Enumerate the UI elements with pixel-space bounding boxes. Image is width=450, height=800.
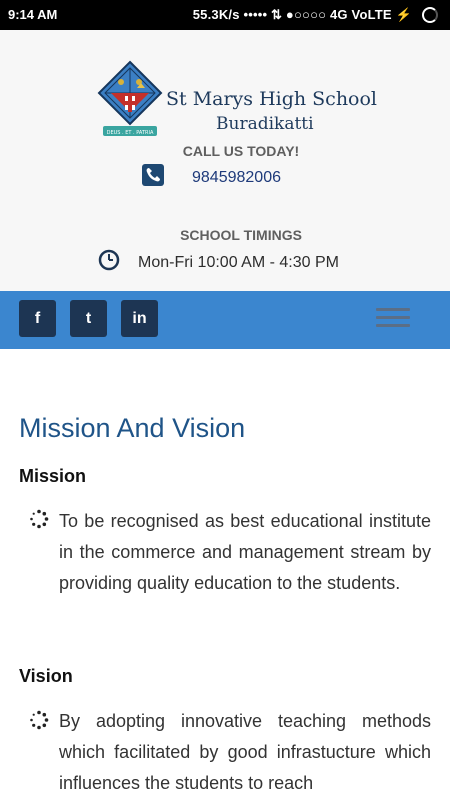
twitter-icon: t [85,310,92,327]
school-name: St Marys High School [166,88,378,110]
school-timings-value: Mon-Fri 10:00 AM - 4:30 PM [138,254,339,271]
linkedin-button[interactable]: in [121,300,158,337]
spinner-bullet-icon [30,509,49,529]
phone-icon [142,164,164,186]
call-us-label: CALL US TODAY! [182,143,300,159]
status-indicators: 55.3K/s ••••• ⇅ ●○○○○ 4G VoLTE ⚡ [192,7,412,22]
school-timings-label: SCHOOL TIMINGS [180,227,302,243]
svg-text:DEUS . ET . PATRIA: DEUS . ET . PATRIA [107,130,154,136]
vision-text: By adopting innovative teaching methods … [59,711,431,793]
clock-icon [98,249,120,271]
main-content: Mission And Vision Mission To be recogni… [0,349,450,800]
facebook-icon: f [34,310,41,327]
phone-number[interactable]: 9845982006 [192,169,281,187]
linkedin-icon: in [132,310,147,327]
battery-icon [422,7,438,23]
site-header: DEUS . ET . PATRIA St Marys High School … [0,30,450,291]
mission-text: To be recognised as best educational ins… [59,511,431,593]
social-nav-bar: f t in [0,291,450,349]
status-bar: 9:14 AM 55.3K/s ••••• ⇅ ●○○○○ 4G VoLTE ⚡ [0,0,450,30]
facebook-button[interactable]: f [19,300,56,337]
spinner-bullet-icon [30,710,49,730]
school-place: Buradikatti [216,114,314,134]
vision-heading: Vision [19,666,73,686]
hamburger-menu-icon[interactable] [376,308,410,332]
school-logo[interactable]: DEUS . ET . PATRIA [97,60,163,146]
status-time: 9:14 AM [8,7,58,22]
page-title: Mission And Vision [19,413,246,443]
twitter-button[interactable]: t [70,300,107,337]
mission-heading: Mission [19,466,87,486]
